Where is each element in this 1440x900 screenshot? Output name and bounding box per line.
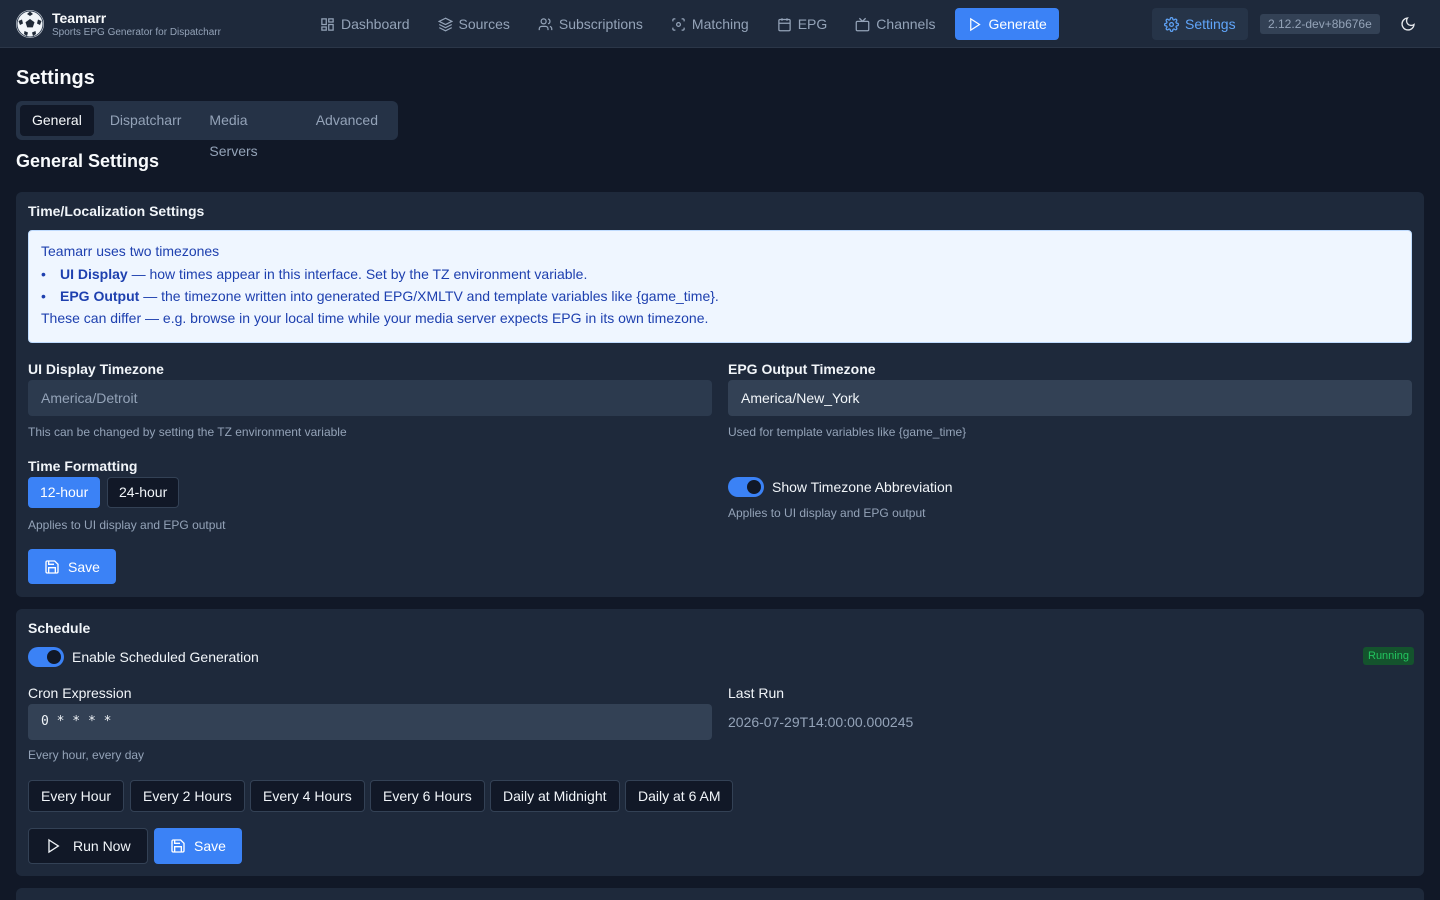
preset-every-hour[interactable]: Every Hour <box>28 780 125 812</box>
preset-every-2-hours[interactable]: Every 2 Hours <box>130 780 245 812</box>
ui-timezone-help: This can be changed by setting the TZ en… <box>28 425 347 439</box>
save-button-label: Save <box>68 558 100 575</box>
nav-sources-label: Sources <box>458 16 510 32</box>
show-tz-abbreviation-label: Show Timezone Abbreviation <box>772 479 953 495</box>
cron-expression-label: Cron Expression <box>28 685 132 701</box>
nav-channels-label: Channels <box>876 16 936 32</box>
generate-button-label: Generate <box>988 16 1047 32</box>
nav-dashboard[interactable]: Dashboard <box>312 8 418 40</box>
settings-tabs: General Dispatcharr Media Servers Advanc… <box>16 101 398 159</box>
info-bullet-epg-output-title: EPG Output <box>60 288 140 304</box>
epg-timezone-help: Used for template variables like {game_t… <box>728 425 967 439</box>
preset-daily-6am[interactable]: Daily at 6 AM <box>625 780 734 812</box>
tab-general[interactable]: General <box>20 105 94 136</box>
gear-icon <box>1164 16 1179 32</box>
info-bullet-epg-output-text: — the timezone written into generated EP… <box>139 288 719 304</box>
show-tz-abbreviation-help: Applies to UI display and EPG output <box>728 506 926 520</box>
status-badge: Running <box>1363 647 1414 665</box>
run-now-button[interactable]: Run Now <box>28 828 148 864</box>
preset-daily-midnight[interactable]: Daily at Midnight <box>490 780 620 812</box>
enable-scheduled-generation-label: Enable Scheduled Generation <box>72 649 259 665</box>
format-24-hour-button[interactable]: 24-hour <box>107 477 180 508</box>
nav-subscriptions[interactable]: Subscriptions <box>530 8 651 40</box>
format-12-hour-button[interactable]: 12-hour <box>28 477 101 508</box>
time-formatting-label: Time Formatting <box>28 458 138 474</box>
calendar-icon <box>777 17 791 31</box>
nav-matching[interactable]: Matching <box>663 8 757 40</box>
toggle-knob <box>47 650 61 664</box>
nav-dashboard-label: Dashboard <box>341 16 410 32</box>
info-bullet-ui-display: • UI Display — how times appear in this … <box>41 266 588 282</box>
timezone-info-box: Teamarr uses two timezones • UI Display … <box>28 230 1412 343</box>
nav-settings-label: Settings <box>1185 16 1236 32</box>
preset-every-4-hours[interactable]: Every 4 Hours <box>250 780 365 812</box>
last-run-label: Last Run <box>728 685 785 701</box>
enable-scheduled-generation-toggle[interactable] <box>28 647 64 667</box>
app-subtitle: Sports EPG Generator for Dispatcharr <box>52 26 221 38</box>
nav-subscriptions-label: Subscriptions <box>558 16 643 32</box>
save-icon <box>171 839 185 853</box>
save-icon <box>45 559 59 574</box>
users-icon <box>538 17 553 30</box>
toggle-knob <box>747 480 761 494</box>
last-run-value: 2026-07-29T14:00:00.000245 <box>728 714 914 730</box>
nav-epg[interactable]: EPG <box>769 8 836 40</box>
soccer-ball-logo-icon <box>16 10 44 38</box>
version-badge: 2.12.2-dev+8b676e <box>1260 14 1380 34</box>
time-localization-card: Time/Localization Settings Teamarr uses … <box>16 192 1424 597</box>
show-tz-abbreviation-toggle[interactable] <box>728 477 764 497</box>
card-title: Schedule <box>28 620 91 636</box>
dashboard-icon <box>321 17 334 31</box>
moon-icon <box>1401 17 1415 31</box>
next-settings-card <box>16 888 1424 900</box>
time-format-help: Applies to UI display and EPG output <box>28 518 226 532</box>
info-bullet-epg-output: • EPG Output — the timezone written into… <box>41 288 719 304</box>
section-title: General Settings <box>16 151 160 171</box>
save-schedule-button[interactable]: Save <box>154 828 242 864</box>
main-nav: Dashboard Sources Subscriptions Matching… <box>312 8 1071 40</box>
cron-expression-help: Every hour, every day <box>28 748 145 762</box>
nav-matching-label: Matching <box>691 16 749 32</box>
generate-button[interactable]: Generate <box>955 8 1059 40</box>
top-navigation-bar: Teamarr Sports EPG Generator for Dispatc… <box>0 0 1440 48</box>
info-bullet-ui-display-title: UI Display <box>60 266 128 282</box>
save-time-settings-button[interactable]: Save <box>28 549 116 584</box>
nav-sources[interactable]: Sources <box>430 8 518 40</box>
nav-settings[interactable]: Settings <box>1152 8 1248 40</box>
layers-icon <box>437 17 453 31</box>
ui-timezone-label: UI Display Timezone <box>28 361 164 377</box>
nav-channels[interactable]: Channels <box>847 8 943 40</box>
nav-epg-label: EPG <box>797 16 828 32</box>
tv-icon <box>855 17 870 31</box>
scan-icon <box>672 17 685 31</box>
info-bullet-ui-display-text: — how times appear in this interface. Se… <box>127 266 588 282</box>
preset-every-6-hours[interactable]: Every 6 Hours <box>370 780 485 812</box>
info-intro: Teamarr uses two timezones <box>41 243 220 259</box>
epg-timezone-label: EPG Output Timezone <box>728 361 876 377</box>
brand[interactable]: Teamarr Sports EPG Generator for Dispatc… <box>16 9 221 39</box>
tab-media-servers[interactable]: Media Servers <box>197 105 299 159</box>
ui-timezone-field[interactable]: America/Detroit <box>28 380 712 416</box>
cron-expression-input[interactable]: 0 * * * * <box>28 704 712 740</box>
card-title: Time/Localization Settings <box>28 203 205 219</box>
tab-advanced[interactable]: Advanced <box>304 105 390 136</box>
theme-toggle-button[interactable] <box>1398 14 1418 34</box>
app-title: Teamarr <box>52 9 107 26</box>
info-outro: These can differ — e.g. browse in your l… <box>41 310 709 326</box>
schedule-card: Schedule Enable Scheduled Generation Run… <box>16 609 1424 876</box>
epg-timezone-select[interactable]: America/New_York <box>728 380 1412 416</box>
tab-dispatcharr[interactable]: Dispatcharr <box>98 105 194 136</box>
page-title: Settings <box>16 67 95 89</box>
run-now-label: Run Now <box>73 838 131 854</box>
play-icon <box>48 838 60 854</box>
play-icon <box>970 17 982 31</box>
save-button-label: Save <box>194 838 226 854</box>
